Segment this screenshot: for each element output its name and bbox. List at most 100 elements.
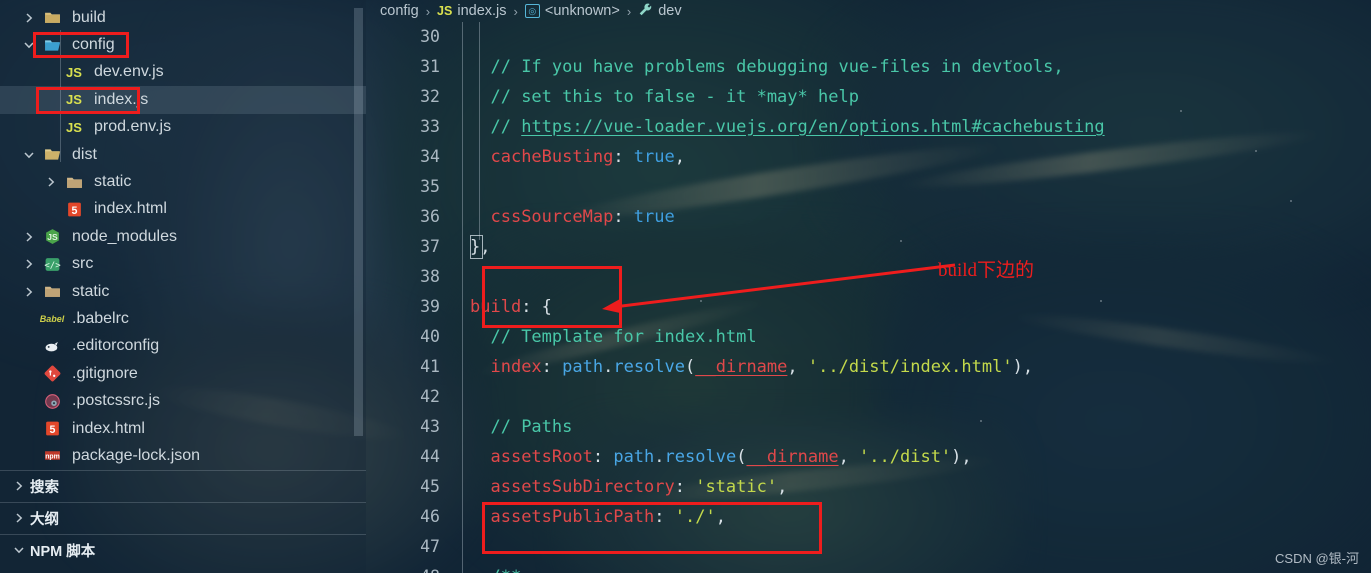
token-prop: index — [490, 357, 542, 377]
token-cmt: /** — [490, 567, 521, 573]
line-text: /** — [470, 562, 521, 573]
sidebar-panels[interactable]: 搜索 大纲 NPM 脚本 — [0, 469, 366, 566]
tree-item-label: static — [72, 282, 110, 300]
tree-item-label: .postcssrc.js — [72, 392, 161, 410]
tree-item-static[interactable]: static — [0, 278, 366, 305]
chevron-right-icon[interactable] — [40, 176, 62, 188]
git-icon — [40, 365, 64, 382]
token-var: __dirname — [746, 447, 839, 467]
tree-item-static[interactable]: static — [0, 168, 366, 195]
code-line-36[interactable]: 36 cssSourceMap: true — [366, 202, 1371, 232]
token-punc: : — [613, 147, 634, 167]
tree-item-config[interactable]: config — [0, 31, 366, 58]
token-prop: assetsSubDirectory — [490, 477, 675, 497]
token-punc — [470, 567, 490, 573]
vscode-window: build config JS dev.env.js JS index.js JS prod.… — [0, 0, 1371, 573]
code-line-48[interactable]: 48 /** — [366, 562, 1371, 573]
code-line-46[interactable]: 46 assetsPublicPath: './', — [366, 502, 1371, 532]
chevron-right-icon[interactable] — [18, 286, 40, 298]
tree-item-dist[interactable]: dist — [0, 141, 366, 168]
code-editor: config › JS index.js › ◎ <unknown> › dev 30 31 //… — [366, 0, 1371, 573]
line-text: // Template for index.html — [470, 322, 756, 352]
tree-item-gitignore[interactable]: .gitignore — [0, 360, 366, 387]
sidebar-panel-1[interactable]: 大纲 — [0, 501, 366, 534]
line-number: 36 — [420, 207, 440, 226]
tree-item-label: index.html — [94, 200, 167, 218]
editorconfig-icon — [40, 338, 64, 355]
chevron-down-icon[interactable] — [8, 545, 30, 555]
token-punc — [470, 207, 490, 227]
line-number: 30 — [420, 27, 440, 46]
sidebar-panel-2[interactable]: NPM 脚本 — [0, 533, 366, 566]
tree-item-index-html[interactable]: 5 index.html — [0, 196, 366, 223]
tree-item-babelrc[interactable]: Babel .babelrc — [0, 305, 366, 332]
token-punc: , — [787, 357, 808, 377]
code-line-40[interactable]: 40 // Template for index.html — [366, 322, 1371, 352]
token-punc — [470, 477, 490, 497]
tree-item-editorconfig[interactable]: .editorconfig — [0, 333, 366, 360]
chevron-right-icon[interactable] — [18, 12, 40, 24]
code-lines[interactable]: 30 31 // If you have problems debugging v… — [366, 22, 1371, 573]
svg-text:JS: JS — [47, 233, 58, 243]
tree-item-build[interactable]: build — [0, 4, 366, 31]
js-file-icon: JS — [66, 119, 82, 135]
folder-tan-icon — [40, 283, 64, 300]
code-line-43[interactable]: 43 // Paths — [366, 412, 1371, 442]
code-line-33[interactable]: 33 // https://vue-loader.vuejs.org/en/op… — [366, 112, 1371, 142]
token-punc: ), — [1012, 357, 1034, 377]
chevron-down-icon[interactable] — [18, 150, 40, 160]
code-line-30[interactable]: 30 — [366, 22, 1371, 52]
explorer-sidebar: build config JS dev.env.js JS index.js JS prod.… — [0, 0, 366, 573]
line-number: 34 — [420, 147, 440, 166]
tree-item-label: build — [72, 8, 106, 26]
code-line-37[interactable]: 37}, — [366, 232, 1371, 262]
tree-item-node-modules[interactable]: JS node_modules — [0, 223, 366, 250]
code-line-35[interactable]: 35 — [366, 172, 1371, 202]
line-number: 46 — [420, 507, 440, 526]
token-punc: . — [603, 357, 614, 377]
token-str: 'static' — [695, 477, 778, 497]
code-line-31[interactable]: 31 // If you have problems debugging vue… — [366, 52, 1371, 82]
code-line-44[interactable]: 44 assetsRoot: path.resolve(__dirname, '… — [366, 442, 1371, 472]
tree-item-package-lock-json[interactable]: npm package-lock.json — [0, 442, 366, 469]
sidebar-panel-0[interactable]: 搜索 — [0, 469, 366, 502]
code-line-34[interactable]: 34 cacheBusting: true, — [366, 142, 1371, 172]
tree-item-label: prod.env.js — [94, 118, 172, 136]
chevron-down-icon[interactable] — [18, 40, 40, 50]
babel-icon: Babel — [39, 313, 65, 324]
code-line-32[interactable]: 32 // set this to false - it *may* help — [366, 82, 1371, 112]
token-punc: ( — [736, 447, 747, 467]
breadcrumb-item-unknown[interactable]: ◎ <unknown> — [524, 3, 620, 19]
code-line-45[interactable]: 45 assetsSubDirectory: 'static', — [366, 472, 1371, 502]
breadcrumb-separator: › — [425, 3, 431, 19]
breadcrumb-item-index-js[interactable]: JS index.js — [437, 3, 506, 19]
token-punc: , — [674, 147, 685, 167]
code-line-47[interactable]: 47 — [366, 532, 1371, 562]
chevron-right-icon[interactable] — [18, 258, 40, 270]
chevron-right-icon[interactable] — [18, 231, 40, 243]
chevron-right-icon[interactable] — [8, 512, 30, 524]
code-line-39[interactable]: 39 build: { — [366, 292, 1371, 322]
line-number: 35 — [420, 177, 440, 196]
code-line-42[interactable]: 42 — [366, 382, 1371, 412]
file-tree[interactable]: build config JS dev.env.js JS index.js JS prod.… — [0, 0, 366, 470]
breadcrumb-item-dev[interactable]: dev — [638, 2, 682, 21]
line-text: build: { — [470, 292, 552, 322]
code-line-38[interactable]: 38 — [366, 262, 1371, 292]
token-cmt: // set this to false - it *may* help — [490, 87, 859, 107]
breadcrumb-item-config[interactable]: config — [380, 3, 419, 19]
token-punc: , — [777, 477, 788, 497]
breadcrumb[interactable]: config › JS index.js › ◎ <unknown> › dev — [366, 0, 1371, 22]
chevron-right-icon[interactable] — [8, 480, 30, 492]
tree-item-dev-env-js[interactable]: JS dev.env.js — [0, 59, 366, 86]
tree-item-label: .gitignore — [72, 364, 138, 382]
tree-item-src[interactable]: </> src — [0, 251, 366, 278]
line-number: 47 — [420, 537, 440, 556]
code-content[interactable]: 30 31 // If you have problems debugging v… — [366, 22, 1371, 573]
tree-item-postcssrc-js[interactable]: .postcssrc.js — [0, 387, 366, 414]
tree-item-index-html[interactable]: 5 index.html — [0, 415, 366, 442]
sidebar-scrollbar-thumb[interactable] — [354, 8, 363, 436]
tree-item-index-js[interactable]: JS index.js — [0, 86, 366, 114]
tree-item-prod-env-js[interactable]: JS prod.env.js — [0, 114, 366, 141]
code-line-41[interactable]: 41 index: path.resolve(__dirname, '../di… — [366, 352, 1371, 382]
